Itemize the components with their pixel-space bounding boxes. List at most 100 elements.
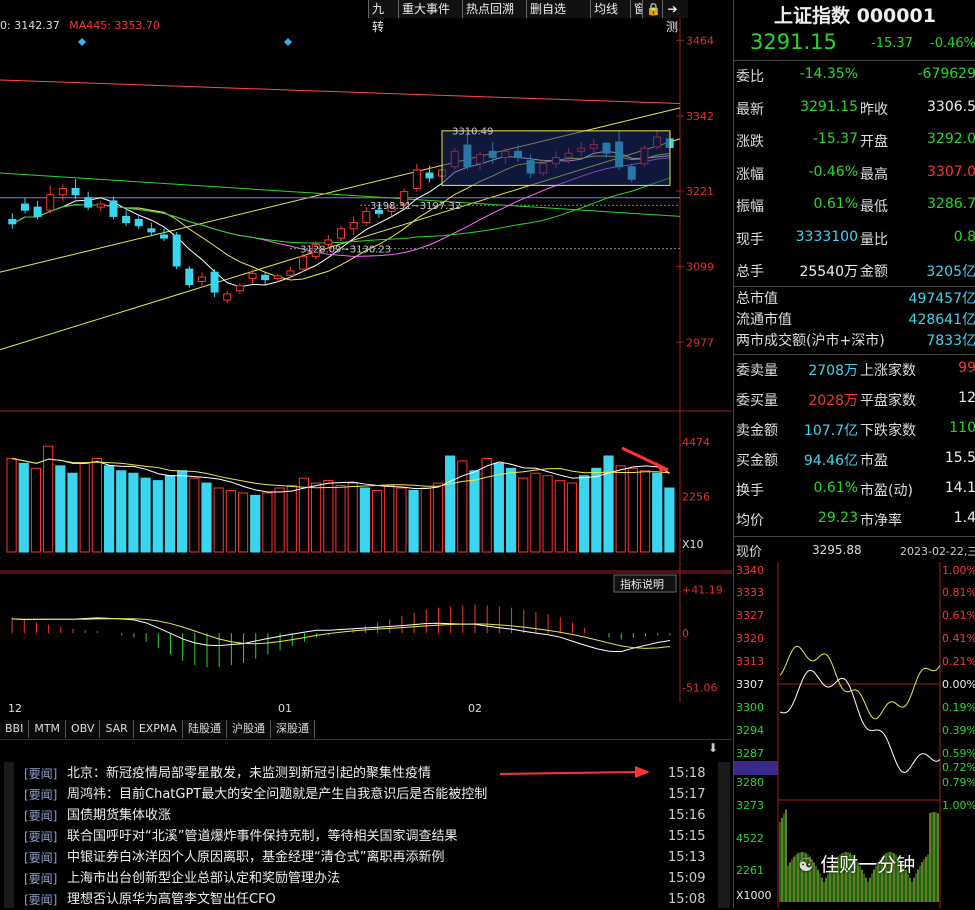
toolbar-button-4[interactable]: 均线 — [590, 0, 630, 18]
quote-value-2: 3205亿 — [926, 261, 975, 281]
index-pct: -0.46% — [930, 36, 975, 51]
mini-left-label-4: 3313 — [736, 655, 764, 668]
quote-value: -14.35% — [800, 66, 858, 82]
news-tag: [要闻] — [24, 890, 57, 910]
quote-value: 25540万 — [799, 261, 858, 281]
market-label: 总市值 — [736, 288, 778, 308]
news-row[interactable]: [要闻]中银证券白冰洋因个人原因离职，基金经理“清仓式”离职再添新例15:13 — [0, 848, 720, 868]
news-row[interactable]: [要闻] 国债期货集体收涨 15:16 — [0, 806, 720, 826]
news-row[interactable]: [要闻]理想否认原华为高管李文智出任CFO15:08 — [0, 890, 720, 910]
indicator-tab-7[interactable]: 深股通 — [271, 720, 315, 738]
quote-value: 29.23 — [818, 510, 858, 526]
vol-bar-25 — [312, 483, 321, 552]
toolbar-button-0[interactable]: 九转 — [368, 0, 398, 18]
news-text[interactable]: 上海市出台创新型企业总部认定和奖励管理办法 — [67, 869, 340, 889]
candle-17 — [224, 294, 231, 300]
quote-label-2: 昨收 — [860, 99, 888, 119]
vol-bar-42 — [519, 478, 528, 552]
x-axis: 12 01 02 — [0, 702, 732, 720]
mini-right-label-2: 0.61% — [942, 609, 975, 622]
toolbar-button-2[interactable]: 热点回溯 — [462, 0, 526, 18]
vol-bar-48 — [592, 468, 601, 552]
quote-row: 涨跌-15.37开盘3292.0 — [734, 131, 975, 163]
news-text[interactable]: 联合国呼吁对“北溪”管道爆炸事件保持克制，等待相关国家调查结果 — [67, 827, 457, 847]
quote-value: 3333100 — [796, 229, 858, 245]
indicator-tab-4[interactable]: EXPMA — [134, 720, 183, 738]
chart-area[interactable]: 346433423221309929773310.493198.31~3197.… — [0, 0, 732, 740]
news-row[interactable]: [要闻]联合国呼吁对“北溪”管道爆炸事件保持克制，等待相关国家调查结果15:15 — [0, 827, 720, 847]
event-diamond-1[interactable] — [284, 38, 292, 46]
ma-left-label: 0: 3142.37 — [0, 19, 60, 32]
quote-label: 最新 — [736, 99, 764, 119]
vol-bar-49 — [604, 456, 613, 552]
market-row: 两市成交额(沪市+深市)7833亿 — [734, 330, 975, 351]
news-text[interactable]: 周鸿祎：目前ChatGPT最大的安全问题就是产生自我意识后是否能被控制 — [67, 785, 487, 805]
ytick-label-4: 2977 — [686, 336, 714, 349]
vol-bar-15 — [190, 478, 199, 552]
market-rows: 总市值497457亿流通市值428641亿两市成交额(沪市+深市)7833亿 — [734, 286, 975, 352]
candle-13 — [173, 235, 180, 266]
vol-bar-19 — [238, 493, 247, 552]
news-text[interactable]: 中银证券白冰洋因个人原因离职，基金经理“清仓式”离职再添新例 — [67, 848, 444, 868]
quote-label: 委买量 — [736, 390, 778, 410]
mini-left-label-0: 3340 — [736, 564, 764, 577]
candle-20 — [262, 275, 269, 279]
news-time: 15:16 — [668, 806, 705, 826]
market-value: 428641亿 — [909, 309, 975, 329]
mini-left-label-14: X1000 — [736, 889, 772, 902]
vol-bar-30 — [372, 490, 381, 552]
news-row[interactable]: [要闻]周鸿祎：目前ChatGPT最大的安全问题就是产生自我意识后是否能被控制1… — [0, 785, 720, 805]
vol-bar-44 — [543, 476, 552, 552]
download-icon[interactable]: ⬇ — [708, 741, 718, 755]
volume-chart[interactable]: 44742256X10 — [0, 412, 732, 572]
quote-label-2: 开盘 — [860, 131, 888, 151]
mini-right-label-9: 0.72% — [942, 761, 975, 774]
quote-label: 委比 — [736, 66, 764, 86]
macd-chart[interactable]: +41.190-51.06指标说明 — [0, 572, 732, 702]
next-icon[interactable]: ➔ — [662, 0, 682, 18]
quote-label: 委卖量 — [736, 360, 778, 380]
vol-bar-40 — [494, 463, 503, 552]
mini-right-label-6: 0.19% — [942, 701, 975, 714]
macd-dea — [12, 619, 670, 649]
news-tag: [要闻] — [24, 806, 57, 826]
indicator-tab-6[interactable]: 沪股通 — [227, 720, 271, 738]
news-row[interactable]: [要闻]上海市出台创新型企业总部认定和奖励管理办法15:09 — [0, 869, 720, 889]
vol-bar-7 — [92, 458, 101, 552]
event-diamond-0[interactable] — [78, 38, 86, 46]
news-text[interactable]: 国债期货集体收涨 — [67, 806, 171, 826]
candle-5 — [72, 189, 79, 195]
indicator-tab-5[interactable]: 陆股通 — [183, 720, 227, 738]
lock-icon[interactable]: 🔒 — [642, 0, 662, 18]
vol-bar-51 — [628, 468, 637, 552]
vol-bar-13 — [165, 476, 174, 552]
quote-value-2: 0.8 — [954, 229, 975, 245]
vol-tick-1: 2256 — [682, 490, 710, 503]
candle-28 — [363, 211, 370, 222]
news-text[interactable]: 理想否认原华为高管李文智出任CFO — [67, 890, 276, 910]
kline-chart[interactable]: 346433423221309929773310.493198.31~3197.… — [0, 0, 732, 412]
candle-8 — [110, 201, 117, 217]
candle-9 — [123, 216, 130, 222]
news-arrow-head — [635, 766, 650, 778]
vol-bar-5 — [68, 473, 77, 552]
vol-bar-11 — [141, 478, 150, 552]
quote-label: 振幅 — [736, 196, 764, 216]
toolbar-button-3[interactable]: 删自选 — [526, 0, 590, 18]
vol-bar-38 — [470, 471, 479, 552]
quote-label-2: 金额 — [860, 261, 888, 281]
toolbar-button-1[interactable]: 重大事件 — [398, 0, 462, 18]
indicator-tab-2[interactable]: OBV — [66, 720, 100, 738]
quote-row: 换手0.61%市盈(动)14.1 — [734, 480, 975, 512]
indicator-tab-3[interactable]: SAR — [100, 720, 133, 738]
highlight-box[interactable] — [442, 131, 670, 186]
indicator-tab-1[interactable]: MTM — [29, 720, 66, 738]
quote-row: 振幅0.61%最低3286.7 — [734, 196, 975, 228]
news-text[interactable]: 北京：新冠疫情局部零星散发，未监测到新冠引起的聚集性疫情 — [67, 764, 431, 784]
quote-value: 3291.15 — [800, 99, 858, 115]
mini-left-label-13: 2261 — [736, 864, 764, 877]
quote-value-2: 3286.7 — [927, 196, 975, 212]
indicator-tab-0[interactable]: BBI — [0, 720, 29, 738]
vol-bar-54 — [665, 488, 674, 552]
vol-bar-28 — [348, 483, 357, 552]
